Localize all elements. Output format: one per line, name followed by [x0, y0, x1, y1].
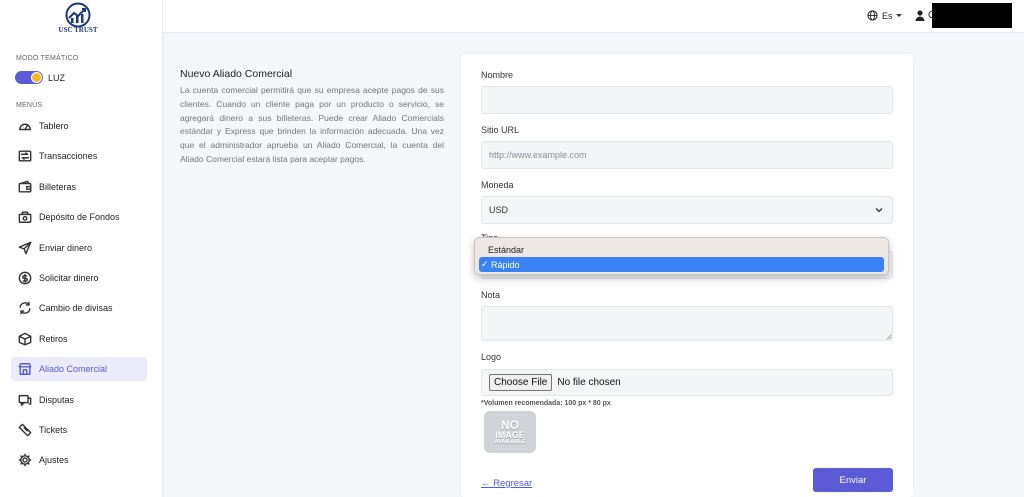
brand-logo[interactable]: USC TRUST [56, 2, 100, 38]
sidebar-item-label: Enviar dinero [39, 242, 93, 253]
sidebar-item-aliado-comercial[interactable]: Aliado Comercial [11, 357, 147, 382]
sidebar-item-label: Ajustes [39, 455, 69, 466]
sidebar-item-cambio-divisas[interactable]: Cambio de divisas [11, 296, 147, 320]
note-label: Nota [481, 290, 501, 300]
sidebar-item-label: Transacciones [39, 151, 98, 162]
type-option-estandar[interactable]: Estándar [479, 242, 884, 257]
currency-value: USD [489, 205, 509, 215]
theme-label: LUZ [48, 73, 66, 83]
sidebar-item-label: Aliado Comercial [39, 364, 108, 375]
logo-text: USC TRUST [58, 26, 98, 34]
chevron-down-icon [895, 14, 902, 17]
sidebar: USC TRUST MODO TEMÁTICO LUZ MENÚS Tabler… [0, 0, 163, 497]
sidebar-item-solicitar-dinero[interactable]: Solicitar dinero [11, 266, 147, 290]
ticket-icon [17, 422, 33, 438]
sidebar-item-label: Tickets [39, 424, 68, 435]
logo-emblem-icon [65, 2, 91, 28]
sidebar-item-transacciones[interactable]: Transacciones [11, 144, 147, 168]
sidebar-item-retiros[interactable]: Retiros [11, 327, 147, 351]
sidebar-item-label: Billeteras [39, 181, 77, 192]
file-status: No file chosen [557, 377, 621, 388]
deposit-icon [17, 209, 33, 225]
page-description: La cuenta comercial permitirá que su emp… [180, 85, 444, 164]
globe-icon [867, 10, 878, 21]
chevron-down-icon [875, 208, 883, 213]
sidebar-item-label: Depósito de Fondos [39, 212, 120, 223]
transactions-icon [17, 148, 33, 164]
sun-icon [31, 72, 42, 83]
submit-button[interactable]: Enviar [813, 468, 893, 492]
wallet-icon [17, 179, 33, 195]
option-label: Estándar [488, 244, 525, 255]
url-field[interactable] [481, 141, 893, 169]
note-field[interactable] [481, 306, 893, 341]
logo-label: Logo [481, 352, 502, 362]
theme-section-label: MODO TEMÁTICO [16, 55, 79, 62]
option-label: Rápido [491, 259, 520, 270]
gauge-icon [17, 118, 33, 134]
sidebar-item-enviar-dinero[interactable]: Enviar dinero [11, 236, 147, 260]
logo-size-hint: *Volumen recomendada: 100 px * 80 px [481, 400, 611, 407]
back-link-label: Regresar [493, 478, 533, 489]
language-label: Es [882, 10, 893, 21]
disputes-icon [17, 392, 33, 408]
sidebar-item-tickets[interactable]: Tickets [11, 418, 147, 442]
type-dropdown-menu: Estándar ✓ Rápido [474, 237, 889, 275]
topbar: Es C [163, 0, 1024, 33]
sidebar-item-deposito[interactable]: Depósito de Fondos [11, 205, 147, 229]
logo-file-input: Choose File No file chosen [481, 369, 893, 396]
sidebar-item-label: Solicitar dinero [39, 272, 99, 283]
theme-toggle[interactable] [15, 71, 43, 84]
currency-select[interactable]: USD [481, 196, 893, 224]
logo-preview-placeholder: NO IMAGE AVAILABLE [484, 411, 536, 453]
redacted-user-block [932, 3, 1012, 28]
request-money-icon [17, 270, 33, 286]
name-field[interactable] [481, 86, 893, 114]
placeholder-line: AVAILABLE [494, 438, 526, 445]
gear-icon [17, 452, 33, 468]
back-link[interactable]: ← Regresar [481, 478, 532, 489]
sidebar-item-ajustes[interactable]: Ajustes [11, 448, 147, 472]
resize-grip-icon[interactable] [886, 334, 892, 340]
sidebar-item-label: Tablero [39, 121, 69, 131]
withdraw-icon [17, 331, 33, 347]
sidebar-item-disputas[interactable]: Disputas [11, 388, 147, 412]
user-icon[interactable] [915, 10, 925, 21]
type-option-rapido[interactable]: ✓ Rápido [479, 257, 884, 272]
checkmark-icon: ✓ [481, 259, 489, 269]
choose-file-button[interactable]: Choose File [489, 374, 553, 391]
currency-label: Moneda [481, 180, 514, 190]
name-label: Nombre [481, 70, 514, 80]
send-icon [17, 240, 33, 256]
sidebar-item-label: Cambio de divisas [39, 303, 113, 314]
sidebar-item-label: Disputas [39, 394, 75, 405]
sidebar-item-label: Retiros [39, 333, 68, 344]
url-label: Sitio URL [481, 125, 520, 135]
store-icon [17, 361, 33, 377]
page-title: Nuevo Aliado Comercial [180, 68, 293, 80]
menu-section-label: MENÚS [16, 102, 43, 109]
language-selector[interactable]: Es [867, 10, 902, 21]
sidebar-item-tablero[interactable]: Tablero [11, 114, 147, 138]
placeholder-line: NO [501, 417, 519, 432]
arrow-left-icon: ← [481, 478, 491, 489]
sidebar-menu: Tablero Transacciones Billeteras Depósit… [11, 114, 147, 479]
sidebar-item-billeteras[interactable]: Billeteras [11, 175, 147, 199]
exchange-icon [17, 300, 33, 316]
